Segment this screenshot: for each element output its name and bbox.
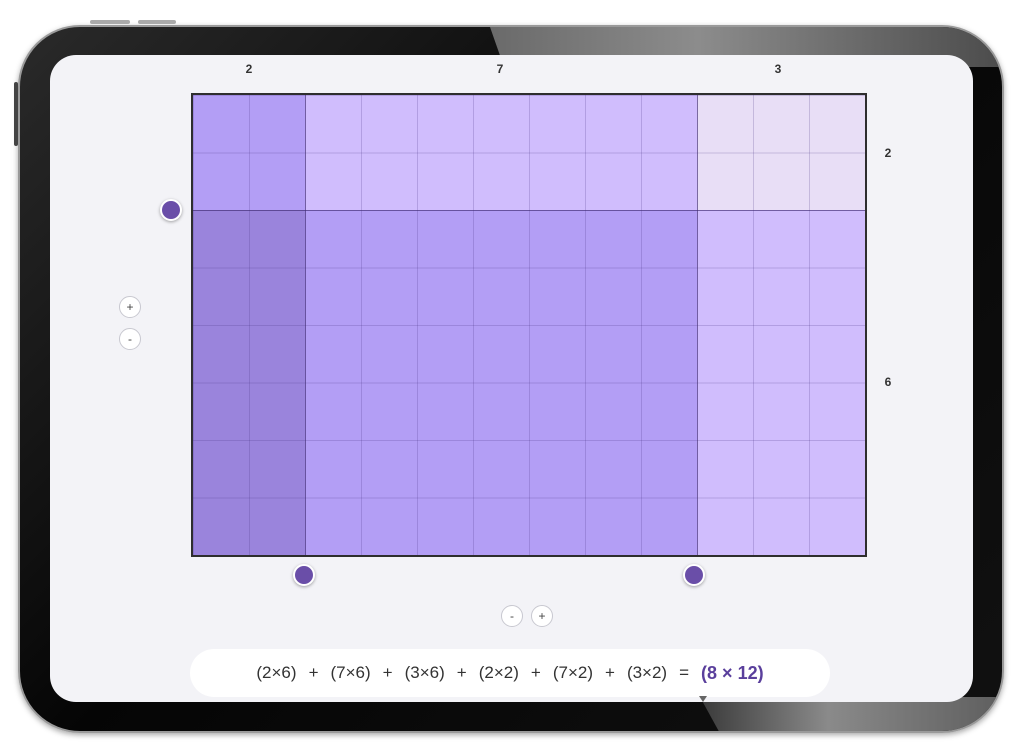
equation-term: (7×6) [330,663,371,682]
equation-term: (2×2) [478,663,519,682]
equation-bar: (2×6) + (7×6) + (3×6) + (2×2) + (7×2) + … [190,649,830,697]
app-screen: 2 7 3 2 6 + - - + (2×6) + (7×6) + (3×6) … [50,55,973,702]
equation-term: (3×2) [626,663,668,682]
plus-operator: + [308,663,319,682]
equals-sign: = [679,663,690,682]
column-label-1: 2 [245,62,253,76]
caret-down-icon [699,696,707,702]
row-divider [193,210,865,211]
tablet-side-button [14,82,18,146]
column-divider [305,95,306,555]
column-split-handle-1[interactable] [293,564,315,586]
column-label-2: 7 [496,62,504,76]
region-3x6 [697,210,865,555]
plus-operator: + [605,663,615,682]
equation-term: (7×2) [552,663,593,682]
remove-row-button[interactable]: - [119,328,141,350]
row-split-handle[interactable] [160,199,182,221]
column-divider [697,95,698,555]
add-row-button[interactable]: + [119,296,141,318]
frame-glare [700,697,1002,731]
plus-operator: + [530,663,541,682]
row-label-1: 2 [884,146,892,160]
plus-operator: + [456,663,467,682]
equation-result: (8 × 12) [701,662,764,683]
area-model-grid [191,93,867,557]
region-2x2 [193,95,305,210]
equation-term: (2×6) [256,663,297,682]
equation-term: (3×6) [404,663,445,682]
add-column-button[interactable]: + [531,605,553,627]
plus-operator: + [382,663,393,682]
region-2x6 [193,210,305,555]
row-label-2: 6 [884,375,892,389]
region-7x2 [305,95,697,210]
column-label-3: 3 [774,62,782,76]
region-3x2 [697,95,865,210]
tablet-top-button [90,20,130,24]
tablet-top-button [138,20,176,24]
region-7x6 [305,210,697,555]
column-split-handle-2[interactable] [683,564,705,586]
remove-column-button[interactable]: - [501,605,523,627]
